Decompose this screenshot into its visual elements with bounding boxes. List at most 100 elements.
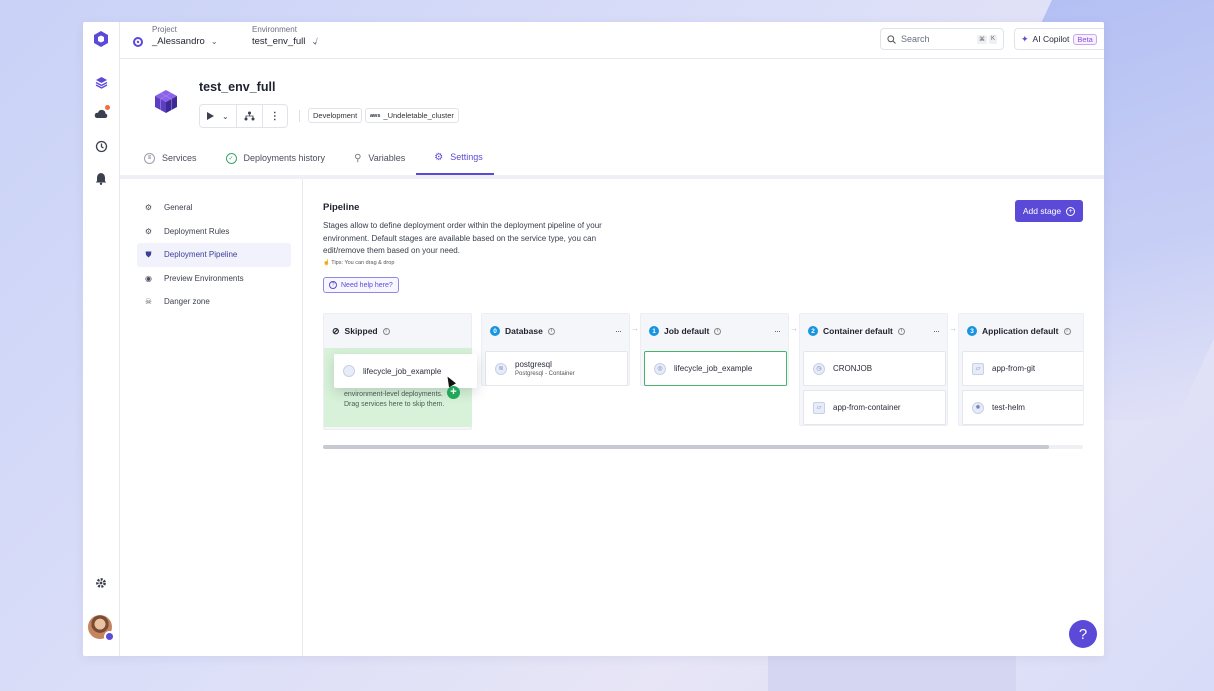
stage-more-button[interactable]: ···	[933, 326, 940, 336]
stage-title: Job default	[664, 326, 710, 336]
tab-label: Settings	[450, 152, 483, 162]
service-name: lifecycle_job_example	[674, 364, 753, 373]
gear-icon[interactable]	[93, 575, 109, 591]
service-name: postgresql	[515, 360, 552, 369]
tab-settings[interactable]: ⚙ Settings	[416, 141, 494, 175]
menu-label: Deployment Pipeline	[164, 250, 238, 260]
info-icon: i	[897, 327, 905, 335]
stage-index: 1	[649, 326, 659, 336]
cloud-icon[interactable]	[93, 105, 110, 122]
environment-title: test_env_full	[199, 80, 276, 94]
project-selector[interactable]: Project _Alessandro ⌄	[152, 25, 218, 47]
stage-title: Skipped	[344, 326, 378, 336]
search-input[interactable]: Search ⌘ K	[880, 28, 1004, 50]
scrollbar-thumb[interactable]	[323, 445, 1049, 449]
stage-more-button[interactable]: ···	[615, 326, 622, 336]
service-name: lifecycle_job_example	[363, 366, 442, 376]
search-icon	[887, 34, 896, 44]
application-icon: ▱	[972, 362, 984, 375]
environment-header: test_env_full ⌄ ⋮ Development aws _Undele…	[126, 65, 1104, 175]
stage-header: 3 Application default i	[959, 314, 1083, 348]
add-stage-button[interactable]: Add stage +	[1015, 200, 1083, 222]
skull-icon: ☠	[144, 297, 153, 307]
settings-menu-general[interactable]: ⚙ General	[137, 196, 291, 220]
clock-icon: ◷	[813, 362, 825, 375]
database-icon: ≋	[495, 362, 507, 375]
menu-label: General	[164, 203, 193, 213]
pipeline-icon: ⛊	[145, 249, 152, 259]
bell-icon[interactable]	[93, 170, 109, 186]
menu-label: Danger zone	[164, 297, 210, 307]
history-icon[interactable]	[93, 138, 109, 154]
qovery-logo-icon[interactable]	[92, 30, 110, 48]
cluster-name: _Undeletable_cluster	[383, 111, 454, 120]
service-name: test-helm	[992, 403, 1025, 412]
layers-icon[interactable]	[93, 74, 109, 90]
settings-menu-deployment-pipeline[interactable]: ⛊ Deployment Pipeline	[137, 243, 291, 267]
service-card[interactable]: ◷ CRONJOB	[803, 351, 946, 386]
eye-icon: ◉	[145, 273, 152, 283]
service-card[interactable]: ▱ app-from-container	[803, 390, 946, 425]
need-help-button[interactable]: ? Need help here?	[323, 277, 399, 293]
stage-index: 2	[808, 326, 818, 336]
question-icon: ?	[1078, 625, 1088, 643]
stage-title: Application default	[982, 326, 1059, 336]
stage-job-default: 1 Job default i ··· ◎ lifecycle_job_exam…	[640, 313, 789, 386]
stage-header: ⊘ Skipped i	[324, 314, 471, 348]
service-card[interactable]: ◎ lifecycle_job_example	[644, 351, 787, 386]
divider	[299, 110, 300, 122]
service-name: app-from-git	[992, 364, 1036, 373]
settings-menu-danger-zone[interactable]: ☠ Danger zone	[137, 290, 291, 314]
stage-more-button[interactable]: ···	[774, 326, 781, 336]
pipeline-title: Pipeline	[323, 202, 360, 213]
stage-container-default: 2 Container default i ··· ◷ CRONJOB ▱ ap…	[799, 313, 948, 426]
info-icon: i	[382, 327, 390, 335]
service-name: CRONJOB	[833, 364, 873, 373]
add-stage-label: Add stage	[1022, 206, 1062, 216]
tab-deployments-history[interactable]: ✓ Deployments history	[208, 141, 337, 175]
chevron-down-icon: ⌄	[311, 37, 319, 46]
environment-selector[interactable]: Environment test_env_full ⌄	[252, 25, 318, 47]
stage-header: 1 Job default i ···	[641, 314, 788, 348]
project-label: Project	[152, 25, 177, 34]
topology-button[interactable]	[237, 105, 263, 127]
tab-label: Deployments history	[243, 153, 326, 163]
search-placeholder: Search	[901, 34, 930, 44]
pipeline-scrollbar[interactable]	[323, 445, 1083, 449]
menu-label: Deployment Rules	[164, 226, 230, 236]
service-card[interactable]: ✺ test-helm	[962, 390, 1083, 425]
plus-circle-icon: +	[1066, 206, 1076, 216]
info-icon: i	[1063, 327, 1071, 335]
settings-menu-deployment-rules[interactable]: ⚙ Deployment Rules	[137, 220, 291, 244]
kebab-icon: ⋮	[269, 110, 280, 122]
environment-value: test_env_full	[252, 36, 306, 47]
chevron-down-icon: ⌄	[210, 37, 218, 46]
container-icon: ▱	[813, 401, 825, 414]
beta-badge: Beta	[1073, 33, 1097, 45]
gear-icon: ⚙	[434, 151, 444, 163]
stage-arrow-icon: →	[949, 324, 957, 333]
tab-variables[interactable]: ⚲ Variables	[336, 141, 416, 175]
more-options-button[interactable]: ⋮	[263, 105, 287, 127]
stage-header: 0 Database i ···	[482, 314, 629, 348]
background-block	[768, 655, 1016, 691]
help-fab-button[interactable]: ?	[1069, 620, 1097, 648]
top-bar: Project _Alessandro ⌄ / Environment test_…	[120, 22, 1104, 59]
helm-icon: ✺	[972, 401, 984, 414]
cluster-tag[interactable]: aws _Undeletable_cluster	[365, 108, 459, 123]
user-avatar[interactable]	[88, 615, 115, 642]
pointer-icon: ☝	[323, 260, 330, 266]
deploy-button[interactable]: ⌄	[200, 105, 237, 127]
question-circle-icon: ?	[329, 281, 337, 289]
ai-copilot-button[interactable]: ✦ AI Copilot Beta ⌘I	[1014, 28, 1104, 50]
tab-label: Services	[162, 153, 197, 163]
settings-menu-preview-environments[interactable]: ◉ Preview Environments	[137, 267, 291, 291]
service-card[interactable]: ≋ postgresql Postgresql - Container	[485, 351, 628, 386]
header-divider	[120, 175, 1104, 179]
service-card[interactable]: ▱ app-from-git	[962, 351, 1083, 386]
services-icon: ≡	[144, 152, 155, 164]
key-icon: ⚲	[354, 152, 362, 164]
tab-services[interactable]: ≡ Services	[126, 141, 208, 175]
project-value: _Alessandro	[152, 36, 205, 47]
job-icon: ◎	[654, 362, 666, 375]
